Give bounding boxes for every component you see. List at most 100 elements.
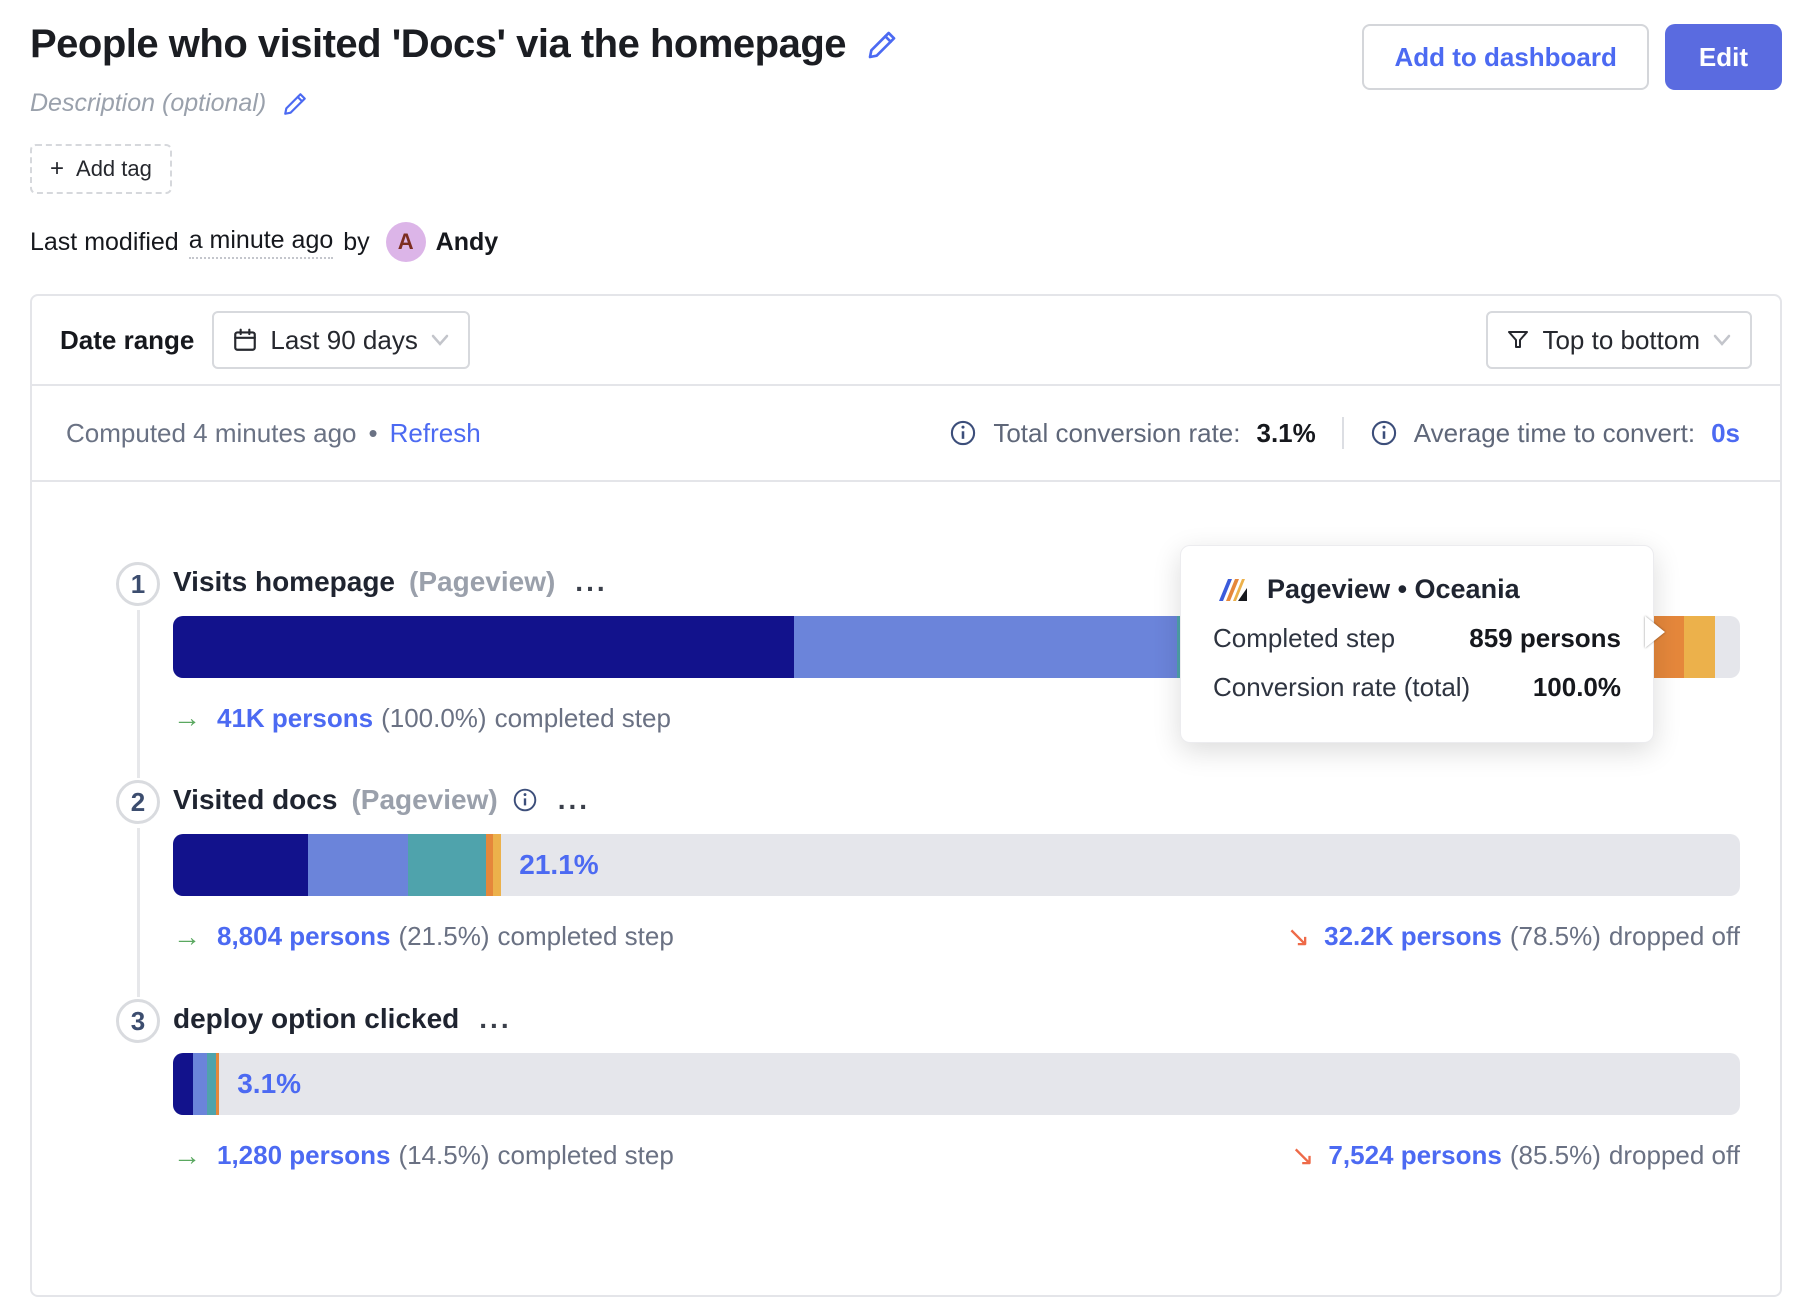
- description-placeholder: Description (optional): [30, 89, 266, 118]
- funnel-bar[interactable]: 21.1%: [173, 834, 1740, 896]
- dot-separator: •: [369, 418, 378, 449]
- funnel-bar-segment-orange[interactable]: [216, 1053, 219, 1115]
- step-menu-ellipsis[interactable]: ...: [558, 784, 590, 816]
- last-modified-row: Last modified a minute ago by A Andy: [30, 222, 898, 262]
- divider: [1342, 417, 1344, 449]
- filter-funnel-icon: [1506, 328, 1530, 352]
- step-number-badge: 1: [116, 562, 160, 606]
- avatar[interactable]: A: [386, 222, 426, 262]
- completed-arrow-icon: →: [173, 702, 201, 734]
- plus-icon: +: [50, 155, 64, 183]
- funnel-bar-segment-orange[interactable]: [486, 834, 493, 896]
- total-conversion-value: 3.1%: [1256, 418, 1315, 449]
- bar-conversion-label: 21.1%: [519, 849, 598, 881]
- add-to-dashboard-button[interactable]: Add to dashboard: [1362, 24, 1648, 90]
- card-toolbar: Date range Last 90 days Top to bottom: [32, 296, 1780, 386]
- funnel-bar-segment-amber[interactable]: [1684, 616, 1715, 678]
- series-tooltip: Pageview • Oceania Completed step 859 pe…: [1180, 545, 1654, 743]
- funnel-bar[interactable]: 3.1%: [173, 1053, 1740, 1115]
- completed-persons-link[interactable]: 8,804 persons: [217, 921, 390, 952]
- step-event-type: (Pageview): [351, 784, 497, 816]
- info-icon[interactable]: [1370, 419, 1398, 447]
- funnel-bar-segment-blue[interactable]: [794, 616, 1178, 678]
- step-name: Visits homepage: [173, 566, 395, 598]
- completed-text: completed step: [497, 1140, 673, 1171]
- step-number-badge: 3: [116, 999, 160, 1043]
- funnel-bar-segment-amber[interactable]: [493, 834, 501, 896]
- step-number-badge: 2: [116, 780, 160, 824]
- chevron-down-icon: [430, 333, 450, 347]
- page-title: People who visited 'Docs' via the homepa…: [30, 22, 846, 67]
- step-name: Visited docs: [173, 784, 337, 816]
- dropped-text: dropped off: [1609, 921, 1740, 952]
- computed-text: Computed 4 minutes ago: [66, 418, 357, 449]
- avg-time-value: 0s: [1711, 418, 1740, 449]
- header-left: People who visited 'Docs' via the homepa…: [30, 22, 898, 262]
- completed-arrow-icon: →: [173, 921, 201, 953]
- step-menu-ellipsis[interactable]: ...: [575, 566, 607, 598]
- tooltip-row-value: 859 persons: [1469, 623, 1621, 654]
- dropped-arrow-icon: ↘: [1291, 1139, 1314, 1172]
- info-icon[interactable]: [949, 419, 977, 447]
- completed-pct: (100.0%): [381, 703, 487, 734]
- refresh-link[interactable]: Refresh: [390, 418, 481, 449]
- status-row: Computed 4 minutes ago • Refresh Total c…: [32, 386, 1780, 482]
- dropped-persons-link[interactable]: 7,524 persons: [1328, 1140, 1501, 1171]
- funnel-bar-segment-teal[interactable]: [207, 1053, 216, 1115]
- funnel-bar-segment-blue[interactable]: [193, 1053, 207, 1115]
- last-modified-prefix: Last modified: [30, 228, 179, 257]
- chevron-down-icon: [1712, 333, 1732, 347]
- tooltip-title: Pageview • Oceania: [1267, 574, 1520, 605]
- last-modified-by: by: [343, 228, 369, 257]
- completed-persons-link[interactable]: 41K persons: [217, 703, 373, 734]
- funnel-step-2: 2 Visited docs (Pageview) ... 21.1% → 8,…: [103, 778, 1780, 997]
- edit-button[interactable]: Edit: [1665, 24, 1782, 90]
- funnel-bar-segment-navy[interactable]: [173, 616, 794, 678]
- date-range-dropdown[interactable]: Last 90 days: [212, 311, 469, 369]
- insight-card: Date range Last 90 days Top to bottom Co…: [30, 294, 1782, 1297]
- completed-text: completed step: [495, 703, 671, 734]
- funnel-bar-segment-blue[interactable]: [308, 834, 408, 896]
- date-range-label: Date range: [60, 325, 194, 356]
- date-range-value: Last 90 days: [270, 325, 417, 356]
- step-connector: [137, 828, 140, 997]
- step-order-value: Top to bottom: [1542, 325, 1700, 356]
- series-stripes-icon: [1213, 575, 1253, 605]
- dropped-persons-link[interactable]: 32.2K persons: [1324, 921, 1502, 952]
- tooltip-row-value: 100.0%: [1533, 672, 1621, 703]
- funnel-bar-segment-navy[interactable]: [173, 1053, 193, 1115]
- tooltip-row-label: Conversion rate (total): [1213, 672, 1470, 703]
- step-menu-ellipsis[interactable]: ...: [479, 1003, 511, 1035]
- completed-pct: (21.5%): [398, 921, 489, 952]
- step-order-dropdown[interactable]: Top to bottom: [1486, 311, 1752, 369]
- calendar-icon: [232, 327, 258, 353]
- last-modified-time[interactable]: a minute ago: [189, 226, 334, 259]
- funnel-step-3: 3 deploy option clicked ... 3.1% → 1,280…: [103, 997, 1780, 1216]
- edit-description-pencil-icon[interactable]: [282, 91, 308, 117]
- avg-time-label: Average time to convert:: [1414, 418, 1695, 449]
- total-conversion-label: Total conversion rate:: [993, 418, 1240, 449]
- insight-page: People who visited 'Docs' via the homepa…: [0, 0, 1812, 1310]
- add-tag-label: Add tag: [76, 156, 152, 182]
- tooltip-row-label: Completed step: [1213, 623, 1395, 654]
- mouse-cursor: [1645, 616, 1665, 648]
- dropped-text: dropped off: [1609, 1140, 1740, 1171]
- bar-conversion-label: 3.1%: [237, 1068, 301, 1100]
- step-name: deploy option clicked: [173, 1003, 459, 1035]
- add-tag-button[interactable]: + Add tag: [30, 144, 172, 194]
- page-header: People who visited 'Docs' via the homepa…: [30, 22, 1782, 262]
- step-event-type: (Pageview): [409, 566, 555, 598]
- completed-arrow-icon: →: [173, 1140, 201, 1172]
- funnel-bar-segment-navy[interactable]: [173, 834, 308, 896]
- completed-pct: (14.5%): [398, 1140, 489, 1171]
- info-icon[interactable]: [512, 787, 538, 813]
- funnel-bar-segment-teal[interactable]: [408, 834, 486, 896]
- dropped-pct: (78.5%): [1510, 921, 1601, 952]
- header-actions: Add to dashboard Edit: [1362, 22, 1782, 90]
- dropped-arrow-icon: ↘: [1287, 920, 1310, 953]
- dropped-pct: (85.5%): [1510, 1140, 1601, 1171]
- author-name: Andy: [436, 228, 499, 257]
- edit-title-pencil-icon[interactable]: [866, 29, 898, 61]
- completed-text: completed step: [497, 921, 673, 952]
- completed-persons-link[interactable]: 1,280 persons: [217, 1140, 390, 1171]
